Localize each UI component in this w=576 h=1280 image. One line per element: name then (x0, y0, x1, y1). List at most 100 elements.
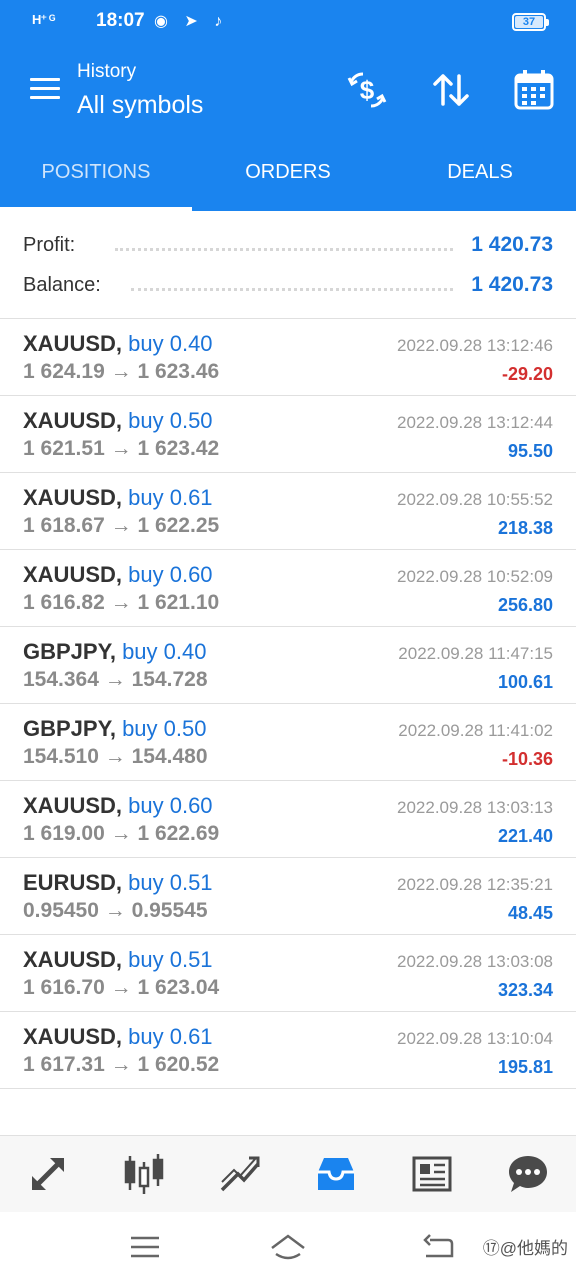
deal-prices: 0.95450 → 0.95545 (23, 899, 208, 923)
deal-open-price: 1 621.51 (23, 437, 105, 460)
nav-news[interactable] (384, 1136, 480, 1212)
deal-open-price: 1 624.19 (23, 360, 105, 383)
balance-row: Balance: 1 420.73 (23, 270, 553, 300)
chart-icon (124, 1154, 164, 1194)
arrow-icon: → (104, 668, 126, 691)
system-nav-bar: ⑰@他媽的 (0, 1212, 576, 1280)
deal-prices: 1 616.82 → 1 621.10 (23, 591, 219, 615)
deal-row[interactable]: XAUUSD, buy 0.60 1 619.00 → 1 622.69 2022.… (0, 781, 576, 858)
status-bar: H⁺ ᴳ 18:07 ◉ ➤ ♪ 37 (0, 0, 576, 44)
deal-prices: 1 617.31 → 1 620.52 (23, 1053, 219, 1077)
deal-close-price: 1 621.10 (137, 591, 220, 614)
deal-row[interactable]: XAUUSD, buy 0.61 1 618.67 → 1 622.25 2022.… (0, 473, 576, 550)
trade-icon (220, 1156, 260, 1192)
deal-open-price: 1 616.82 (23, 591, 105, 614)
deal-symbol: XAUUSD, (23, 793, 123, 818)
nav-chart[interactable] (96, 1136, 192, 1212)
deal-prices: 1 619.00 → 1 622.69 (23, 822, 219, 846)
deal-prices: 1 616.70 → 1 623.04 (23, 976, 219, 1000)
deal-symbol: GBPJPY, (23, 639, 116, 664)
deal-row[interactable]: GBPJPY, buy 0.40 154.364 → 154.728 2022.09… (0, 627, 576, 704)
profit-label: Profit: (23, 233, 76, 256)
deal-open-price: 154.364 (23, 668, 99, 691)
deal-row[interactable]: XAUUSD, buy 0.51 1 616.70 → 1 623.04 2022.… (0, 935, 576, 1012)
arrow-icon: → (104, 745, 126, 768)
menu-button[interactable] (30, 78, 60, 102)
deal-symbol-line: GBPJPY, buy 0.50 (23, 716, 206, 742)
deal-symbol-line: XAUUSD, buy 0.61 (23, 485, 213, 511)
deal-symbol-line: XAUUSD, buy 0.60 (23, 793, 213, 819)
deal-datetime: 2022.09.28 12:35:21 (397, 875, 553, 894)
calendar-icon (514, 70, 554, 110)
back-button[interactable] (420, 1232, 456, 1262)
battery-level: 37 (522, 16, 536, 28)
back-icon (423, 1234, 454, 1258)
deal-open-price: 0.95450 (23, 899, 99, 922)
profit-value: 1 420.73 (471, 233, 553, 256)
deal-profit: 218.38 (497, 518, 553, 538)
home-button[interactable] (270, 1232, 306, 1262)
deal-prices: 1 621.51 → 1 623.42 (23, 437, 219, 461)
sort-arrows-icon (433, 74, 469, 106)
tab-orders[interactable]: ORDERS (192, 134, 384, 211)
deal-profit: 100.61 (497, 672, 553, 692)
deal-row[interactable]: XAUUSD, buy 0.40 1 624.19 → 1 623.46 2022.… (0, 319, 576, 396)
deal-datetime: 2022.09.28 13:10:04 (397, 1029, 553, 1048)
deal-close-price: 1 623.46 (137, 360, 220, 383)
deal-symbol: XAUUSD, (23, 408, 123, 433)
tab-positions[interactable]: POSITIONS (0, 134, 192, 211)
deal-symbol: XAUUSD, (23, 562, 123, 587)
deal-symbol: GBPJPY, (23, 716, 116, 741)
deal-row[interactable]: GBPJPY, buy 0.50 154.510 → 154.480 2022.09… (0, 704, 576, 781)
recents-button[interactable] (127, 1232, 163, 1262)
deal-prices: 1 618.67 → 1 622.25 (23, 514, 219, 538)
deal-datetime: 2022.09.28 10:55:52 (397, 490, 553, 509)
history-tabs: POSITIONS ORDERS DEALS (0, 134, 576, 211)
menu-lines-icon (131, 1236, 159, 1258)
deal-prices: 1 624.19 → 1 623.46 (23, 360, 219, 384)
deal-row[interactable]: XAUUSD, buy 0.50 1 621.51 → 1 623.42 2022.… (0, 396, 576, 473)
nav-chat[interactable] (480, 1136, 576, 1212)
deal-side-volume: buy 0.40 (122, 639, 207, 664)
deal-datetime: 2022.09.28 13:12:44 (397, 413, 553, 432)
news-icon (412, 1156, 452, 1192)
arrow-icon: → (110, 514, 132, 537)
deal-close-price: 1 622.69 (137, 822, 220, 845)
deal-side-volume: buy 0.51 (128, 947, 213, 972)
deal-open-price: 1 616.70 (23, 976, 105, 999)
svg-text:$: $ (360, 75, 375, 105)
deal-side-volume: buy 0.40 (128, 331, 213, 356)
sort-button[interactable] (429, 68, 473, 112)
nav-history[interactable] (288, 1136, 384, 1212)
quotes-icon (32, 1158, 64, 1190)
calendar-button[interactable] (512, 68, 556, 112)
nav-quotes[interactable] (0, 1136, 96, 1212)
deal-symbol: XAUUSD, (23, 331, 123, 356)
deal-symbol-line: XAUUSD, buy 0.40 (23, 331, 213, 357)
deal-prices: 154.364 → 154.728 (23, 668, 208, 692)
bottom-nav (0, 1135, 576, 1212)
deal-symbol-line: XAUUSD, buy 0.61 (23, 1024, 213, 1050)
tab-deals[interactable]: DEALS (384, 134, 576, 211)
dot-leader (115, 247, 454, 251)
deal-close-price: 1 623.42 (137, 437, 220, 460)
notification-icons: ◉ ➤ ♪ (154, 13, 229, 30)
watermark: ⑰@他媽的 (482, 1239, 568, 1258)
chat-icon (509, 1156, 547, 1192)
deal-symbol: XAUUSD, (23, 485, 123, 510)
dollar-exchange-icon: $ (347, 72, 387, 108)
deal-open-price: 154.510 (23, 745, 99, 768)
deal-row[interactable]: XAUUSD, buy 0.61 1 617.31 → 1 620.52 2022.… (0, 1012, 576, 1089)
deposit-withdraw-button[interactable]: $ (345, 68, 389, 112)
deal-side-volume: buy 0.60 (128, 562, 213, 587)
deal-profit: -10.36 (501, 749, 553, 769)
arrow-icon: → (110, 591, 132, 614)
balance-value: 1 420.73 (471, 273, 553, 296)
deal-symbol: XAUUSD, (23, 1024, 123, 1049)
nav-trade[interactable] (192, 1136, 288, 1212)
symbol-filter[interactable]: All symbols (77, 91, 203, 120)
deal-row[interactable]: EURUSD, buy 0.51 0.95450 → 0.95545 2022.09… (0, 858, 576, 935)
deal-symbol-line: XAUUSD, buy 0.50 (23, 408, 213, 434)
deal-profit: 256.80 (497, 595, 553, 615)
deal-row[interactable]: XAUUSD, buy 0.60 1 616.82 → 1 621.10 2022.… (0, 550, 576, 627)
